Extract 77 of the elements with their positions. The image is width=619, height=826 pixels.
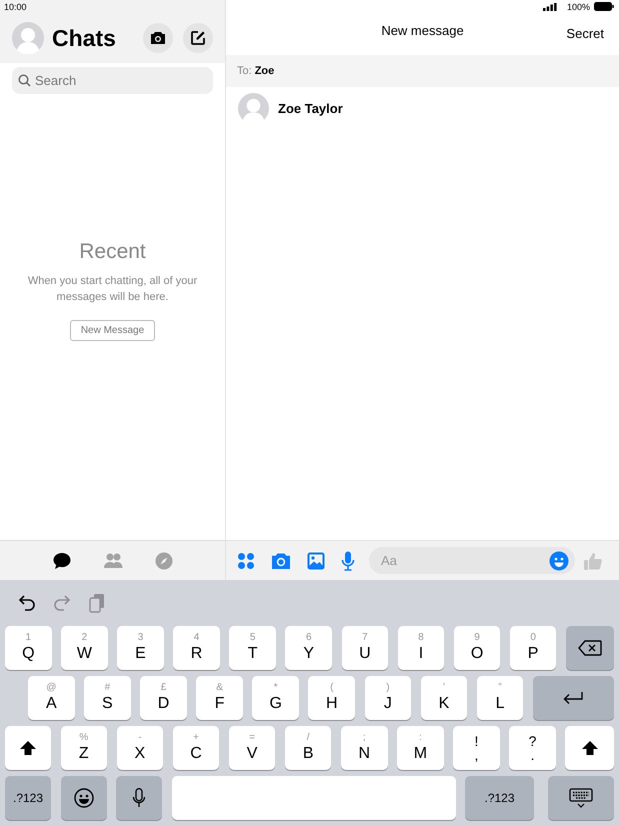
return-icon	[562, 691, 584, 705]
letter-key[interactable]: = V	[228, 726, 276, 770]
letter-key[interactable]: # S	[84, 676, 131, 720]
numbers-key[interactable]: .?123	[5, 776, 51, 820]
letter-key[interactable]: 7 U	[342, 626, 388, 670]
hide-keyboard-key[interactable]	[548, 776, 614, 820]
camera-icon[interactable]	[271, 552, 291, 570]
message-field[interactable]: Aa	[369, 547, 575, 574]
chat-bubble-icon	[52, 550, 72, 570]
undo-icon[interactable]	[18, 593, 36, 613]
letter-key[interactable]: 4 R	[173, 626, 220, 670]
letter-key[interactable]: 6 Y	[285, 626, 332, 670]
compose-button[interactable]	[183, 23, 213, 54]
backspace-key[interactable]	[566, 626, 614, 670]
battery-icon	[594, 2, 614, 12]
tab[interactable]	[52, 550, 72, 570]
numbers-key[interactable]: .?123	[465, 776, 534, 820]
battery-percent: 100%	[566, 2, 590, 12]
punctuation-key[interactable]: ? .	[509, 726, 556, 770]
microphone-icon[interactable]	[341, 550, 355, 570]
emoji-icon[interactable]	[549, 551, 569, 571]
letter-key[interactable]: 3 E	[117, 626, 164, 670]
keyboard-down-icon	[568, 788, 593, 808]
emoji-key[interactable]	[60, 776, 106, 820]
letter-key[interactable]: ; N	[340, 726, 388, 770]
avatar-icon	[12, 22, 44, 54]
secret-button[interactable]: Secret	[566, 26, 604, 41]
shift-arrow-icon	[19, 740, 37, 756]
letter-key[interactable]: 8 I	[398, 626, 444, 670]
search-field[interactable]: Search	[12, 66, 213, 94]
recipient-field[interactable]: To: Zoe	[226, 54, 619, 87]
letter-key[interactable]: ) J	[364, 676, 412, 720]
compass-icon	[154, 550, 174, 570]
signal-icon	[542, 2, 557, 11]
letter-key[interactable]: / B	[284, 726, 332, 770]
page-title: Chats	[52, 24, 117, 52]
letter-key[interactable]: ’ K	[420, 676, 468, 720]
smiley-icon	[74, 788, 94, 808]
to-label: To:	[237, 64, 252, 77]
new-message-button[interactable]: New Message	[70, 320, 156, 341]
letter-key[interactable]: & F	[196, 676, 243, 720]
letter-key[interactable]: 0 P	[510, 626, 556, 670]
apps-icon[interactable]	[237, 552, 255, 570]
image-icon[interactable]	[307, 552, 325, 570]
microphone-icon	[132, 788, 146, 808]
contact-item[interactable]: Zoe Taylor	[226, 86, 619, 131]
thumbs-up-icon[interactable]	[583, 550, 603, 570]
letter-key[interactable]: - X	[116, 726, 164, 770]
letter-key[interactable]: 1 Q	[5, 626, 52, 670]
avatar-icon	[238, 93, 269, 124]
empty-title: Recent	[79, 240, 146, 264]
letter-key[interactable]: : M	[397, 726, 444, 770]
letter-key[interactable]: ” L	[476, 676, 524, 720]
camera-button[interactable]	[143, 23, 173, 54]
letter-key[interactable]: ( H	[308, 676, 356, 720]
contact-name: Zoe Taylor	[278, 101, 343, 116]
letter-key[interactable]: % Z	[60, 726, 108, 770]
letter-key[interactable]: 9 O	[454, 626, 500, 670]
letter-key[interactable]: 5 T	[229, 626, 276, 670]
shift-key[interactable]	[5, 726, 51, 770]
punctuation-key[interactable]: ! ,	[453, 726, 500, 770]
status-time: 10:00	[4, 2, 27, 12]
letter-key[interactable]: 2 W	[61, 626, 108, 670]
people-icon	[102, 550, 122, 570]
compose-icon	[190, 30, 206, 46]
letter-key[interactable]: £ D	[140, 676, 187, 720]
header-title: New message	[381, 23, 464, 38]
empty-text: When you start chatting, all of your messages will be here.	[26, 274, 198, 305]
letter-key[interactable]: @ A	[28, 676, 75, 720]
shift-arrow-icon	[580, 740, 599, 756]
camera-icon	[150, 31, 166, 46]
letter-key[interactable]: + C	[172, 726, 220, 770]
letter-key[interactable]: * G	[252, 676, 299, 720]
shift-key[interactable]	[565, 726, 614, 770]
backspace-icon	[578, 640, 602, 656]
recipient-name: Zoe	[254, 64, 274, 77]
dictation-key[interactable]	[116, 776, 162, 820]
